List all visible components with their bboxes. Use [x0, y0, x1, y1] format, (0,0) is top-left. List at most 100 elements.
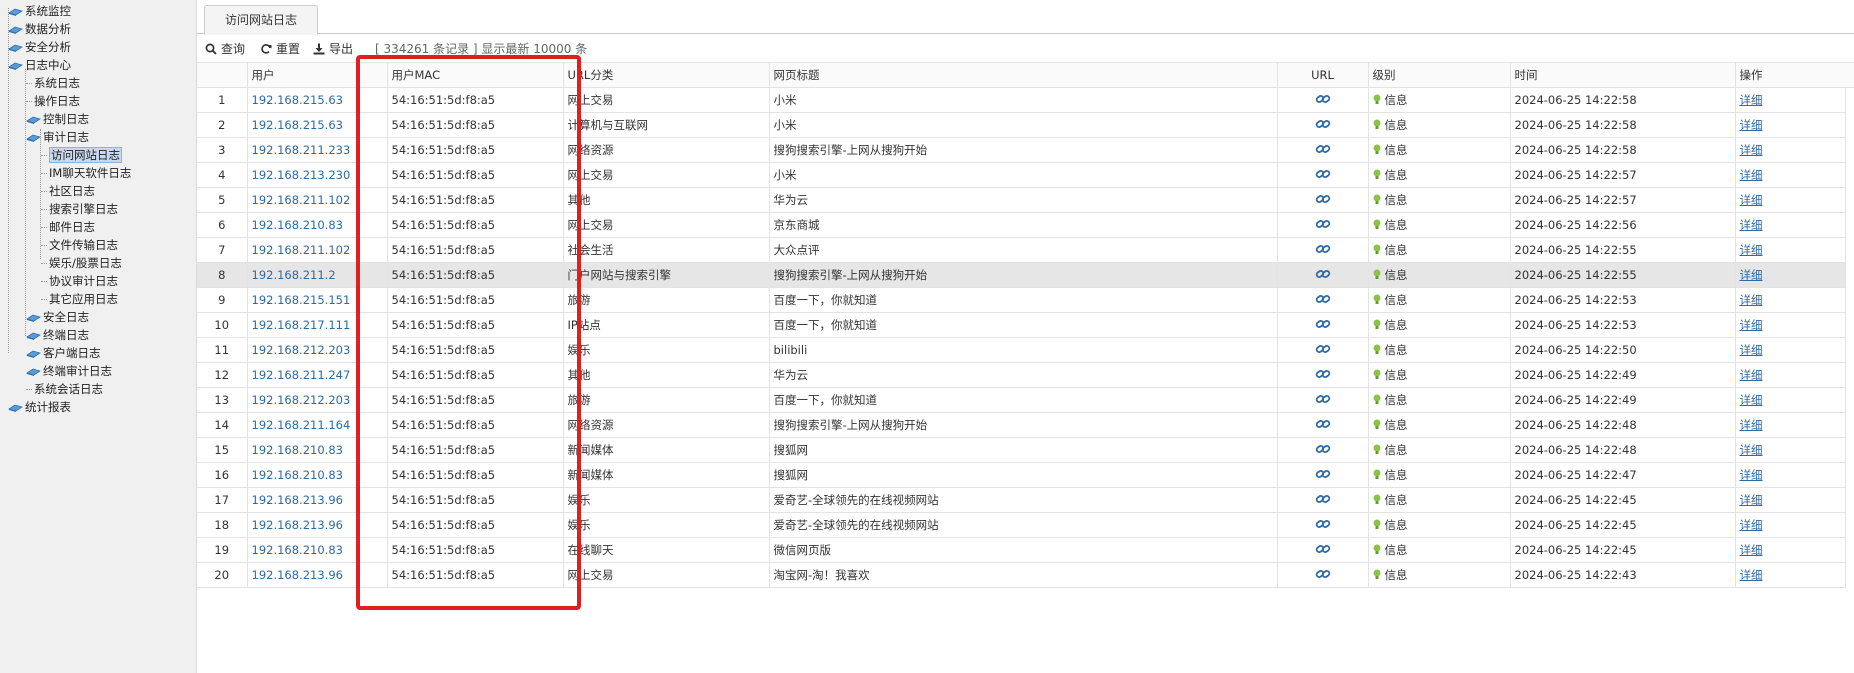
detail-link[interactable]: 详细: [1740, 418, 1763, 432]
tree-item[interactable]: 系统监控: [8, 2, 71, 20]
table-row[interactable]: 12 192.168.211.247 54:16:51:5d:f8:a5 其他 华为云 信…: [197, 362, 1846, 388]
table-row[interactable]: 11 192.168.212.203 54:16:51:5d:f8:a5 娱乐 bili…: [197, 337, 1846, 363]
link-icon[interactable]: [1315, 92, 1331, 106]
table-row[interactable]: 10 192.168.217.111 54:16:51:5d:f8:a5 IP站点 百度…: [197, 312, 1846, 338]
user-ip[interactable]: 192.168.211.247: [247, 362, 388, 388]
detail-link[interactable]: 详细: [1740, 168, 1763, 182]
col-header-user[interactable]: 用户: [247, 62, 388, 88]
tree-item[interactable]: 搜索引擎日志: [41, 200, 118, 218]
url-link-cell[interactable]: [1277, 312, 1369, 338]
link-icon[interactable]: [1315, 267, 1331, 281]
user-ip[interactable]: 192.168.210.83: [247, 537, 388, 563]
link-icon[interactable]: [1315, 442, 1331, 456]
link-icon[interactable]: [1315, 542, 1331, 556]
reset-button[interactable]: 重置: [260, 36, 300, 62]
tree-item[interactable]: 审计日志: [26, 128, 89, 146]
link-icon[interactable]: [1315, 167, 1331, 181]
url-link-cell[interactable]: [1277, 112, 1369, 138]
user-ip[interactable]: 192.168.217.111: [247, 312, 388, 338]
table-row[interactable]: 8 192.168.211.2 54:16:51:5d:f8:a5 门户网站与搜索引擎…: [197, 262, 1846, 288]
tree-item[interactable]: 邮件日志: [41, 218, 95, 236]
user-ip[interactable]: 192.168.210.83: [247, 212, 388, 238]
user-ip[interactable]: 192.168.211.164: [247, 412, 388, 438]
col-header-title[interactable]: 网页标题: [769, 62, 1278, 88]
detail-link[interactable]: 详细: [1740, 468, 1763, 482]
user-ip[interactable]: 192.168.213.230: [247, 162, 388, 188]
detail-link[interactable]: 详细: [1740, 193, 1763, 207]
tree-item[interactable]: 访问网站日志: [41, 146, 122, 164]
url-link-cell[interactable]: [1277, 437, 1369, 463]
tree-item[interactable]: IM聊天软件日志: [41, 164, 131, 182]
table-row[interactable]: 16 192.168.210.83 54:16:51:5d:f8:a5 新闻媒体 搜狐网…: [197, 462, 1846, 488]
link-icon[interactable]: [1315, 142, 1331, 156]
user-ip[interactable]: 192.168.211.2: [247, 262, 388, 288]
tree-item[interactable]: 安全日志: [26, 308, 89, 326]
export-button[interactable]: 导出: [313, 36, 353, 62]
link-icon[interactable]: [1315, 517, 1331, 531]
user-ip[interactable]: 192.168.211.102: [247, 237, 388, 263]
user-ip[interactable]: 192.168.210.83: [247, 462, 388, 488]
detail-link[interactable]: 详细: [1740, 568, 1763, 582]
tree-item[interactable]: 终端日志: [26, 326, 89, 344]
tree-item[interactable]: 娱乐/股票日志: [41, 254, 122, 272]
tree-item[interactable]: 安全分析: [8, 38, 71, 56]
user-ip[interactable]: 192.168.213.96: [247, 512, 388, 538]
table-row[interactable]: 19 192.168.210.83 54:16:51:5d:f8:a5 在线聊天 微信网…: [197, 537, 1846, 563]
link-icon[interactable]: [1315, 317, 1331, 331]
query-button[interactable]: 查询: [205, 36, 245, 62]
url-link-cell[interactable]: [1277, 162, 1369, 188]
table-row[interactable]: 2 192.168.215.63 54:16:51:5d:f8:a5 计算机与互联网小…: [197, 112, 1846, 138]
url-link-cell[interactable]: [1277, 512, 1369, 538]
tree-item[interactable]: 操作日志: [26, 92, 80, 110]
link-icon[interactable]: [1315, 342, 1331, 356]
tree-item[interactable]: 社区日志: [41, 182, 95, 200]
table-row[interactable]: 14 192.168.211.164 54:16:51:5d:f8:a5 网络资源 搜狗…: [197, 412, 1846, 438]
url-link-cell[interactable]: [1277, 262, 1369, 288]
url-link-cell[interactable]: [1277, 362, 1369, 388]
url-link-cell[interactable]: [1277, 337, 1369, 363]
table-row[interactable]: 1 192.168.215.63 54:16:51:5d:f8:a5 网上交易 小米 信息…: [197, 87, 1846, 113]
link-icon[interactable]: [1315, 192, 1331, 206]
url-link-cell[interactable]: [1277, 287, 1369, 313]
tree-item[interactable]: 其它应用日志: [41, 290, 118, 308]
tree-item[interactable]: 日志中心: [8, 56, 71, 74]
url-link-cell[interactable]: [1277, 487, 1369, 513]
detail-link[interactable]: 详细: [1740, 518, 1763, 532]
table-row[interactable]: 13 192.168.212.203 54:16:51:5d:f8:a5 旅游 百度一下…: [197, 387, 1846, 413]
detail-link[interactable]: 详细: [1740, 343, 1763, 357]
link-icon[interactable]: [1315, 242, 1331, 256]
col-header-level[interactable]: 级别: [1368, 62, 1511, 88]
detail-link[interactable]: 详细: [1740, 318, 1763, 332]
user-ip[interactable]: 192.168.213.96: [247, 562, 388, 588]
url-link-cell[interactable]: [1277, 187, 1369, 213]
url-link-cell[interactable]: [1277, 137, 1369, 163]
detail-link[interactable]: 详细: [1740, 243, 1763, 257]
user-ip[interactable]: 192.168.215.63: [247, 112, 388, 138]
detail-link[interactable]: 详细: [1740, 93, 1763, 107]
detail-link[interactable]: 详细: [1740, 293, 1763, 307]
url-link-cell[interactable]: [1277, 387, 1369, 413]
link-icon[interactable]: [1315, 392, 1331, 406]
table-row[interactable]: 3 192.168.211.233 54:16:51:5d:f8:a5 网络资源 搜狗搜…: [197, 137, 1846, 163]
url-link-cell[interactable]: [1277, 237, 1369, 263]
tree-item[interactable]: 客户端日志: [26, 344, 101, 362]
tree-item[interactable]: 数据分析: [8, 20, 71, 38]
user-ip[interactable]: 192.168.212.203: [247, 337, 388, 363]
tree-item[interactable]: 统计报表: [8, 398, 71, 416]
col-header-category[interactable]: URL分类: [563, 62, 770, 88]
url-link-cell[interactable]: [1277, 562, 1369, 588]
link-icon[interactable]: [1315, 492, 1331, 506]
table-row[interactable]: 5 192.168.211.102 54:16:51:5d:f8:a5 其他 华为云 信息…: [197, 187, 1846, 213]
link-icon[interactable]: [1315, 467, 1331, 481]
url-link-cell[interactable]: [1277, 212, 1369, 238]
user-ip[interactable]: 192.168.212.203: [247, 387, 388, 413]
detail-link[interactable]: 详细: [1740, 443, 1763, 457]
tree-item[interactable]: 文件传输日志: [41, 236, 118, 254]
user-ip[interactable]: 192.168.215.63: [247, 87, 388, 113]
detail-link[interactable]: 详细: [1740, 218, 1763, 232]
tree-item[interactable]: 协议审计日志: [41, 272, 118, 290]
url-link-cell[interactable]: [1277, 537, 1369, 563]
user-ip[interactable]: 192.168.210.83: [247, 437, 388, 463]
link-icon[interactable]: [1315, 567, 1331, 581]
tree-item[interactable]: 系统日志: [26, 74, 80, 92]
